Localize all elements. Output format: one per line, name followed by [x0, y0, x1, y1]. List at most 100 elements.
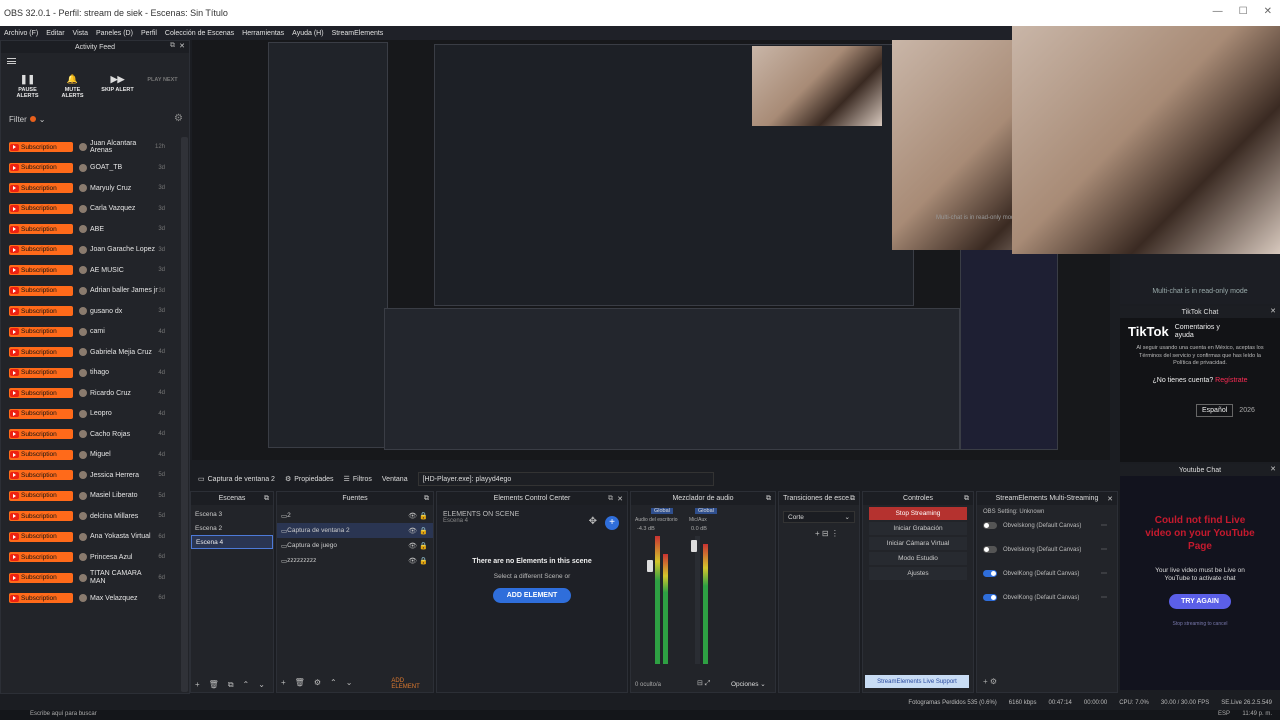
popout-icon[interactable]: ⧉: [964, 495, 969, 503]
alert-control-2[interactable]: ▶▶ SKIP ALERT: [100, 74, 136, 105]
window-select[interactable]: [HD-Player.exe]: playyd4ego: [417, 472, 714, 486]
lock-icon[interactable]: 🔒: [419, 512, 428, 520]
eye-icon[interactable]: 👁: [408, 527, 417, 535]
close-icon[interactable]: ✕: [1107, 495, 1113, 503]
scene-item[interactable]: Escena 2: [191, 521, 273, 535]
properties-button[interactable]: ⚙ Propiedades: [285, 475, 334, 484]
transition-select[interactable]: Corte ⌄: [783, 511, 855, 523]
maximize-icon[interactable]: ☐: [1239, 6, 1248, 17]
popout-icon[interactable]: ⧉: [850, 495, 855, 503]
popout-icon[interactable]: ⧉: [608, 495, 613, 503]
settings-button[interactable]: Ajustes: [869, 567, 967, 580]
close-icon[interactable]: ✕: [1270, 465, 1276, 473]
popout-icon[interactable]: ⧉: [264, 495, 269, 503]
list-item[interactable]: Subscription Adrian baller James jr 3d: [1, 281, 183, 302]
down-icon[interactable]: ⌄: [258, 680, 265, 690]
popout-icon[interactable]: ⧉: [170, 42, 175, 50]
list-item[interactable]: Subscription Carla Vazquez 3d: [1, 199, 183, 220]
scene-item[interactable]: Escena 3: [191, 507, 273, 521]
add-element-button[interactable]: ADD ELEMENT: [492, 588, 572, 603]
menu-item[interactable]: Vista: [73, 30, 88, 37]
list-item[interactable]: Subscription Joan Garache Lopez 3d: [1, 240, 183, 261]
list-item[interactable]: Subscription GOAT_TB 3d: [1, 158, 183, 179]
add-element-icon[interactable]: +: [605, 516, 619, 530]
virtual-camera-button[interactable]: Iniciar Cámara Virtual: [869, 537, 967, 550]
taskbar-search[interactable]: Escribe aquí para buscar: [30, 711, 97, 717]
list-item[interactable]: Subscription AE MUSIC 3d: [1, 260, 183, 281]
gear-icon[interactable]: ⚙: [174, 113, 183, 124]
menu-item[interactable]: Archivo (F): [4, 30, 38, 37]
add-icon[interactable]: +: [281, 678, 286, 690]
delete-icon[interactable]: 🗑: [295, 678, 305, 690]
filter-icon[interactable]: ⧉: [228, 680, 234, 690]
stream-preview[interactable]: Multi-chat is in read-only mode: [192, 40, 1110, 460]
menu-item[interactable]: Perfil: [141, 30, 157, 37]
alert-control-3[interactable]: PLAY NEXT: [145, 75, 181, 105]
toggle-switch[interactable]: [983, 546, 997, 553]
list-item[interactable]: Subscription Ana Yokasta Virtual 6d: [1, 527, 183, 548]
lock-icon[interactable]: 🔒: [419, 542, 428, 550]
mixer-tools-icon[interactable]: ⊟ ⤢: [697, 679, 710, 688]
language-select[interactable]: Español: [1196, 403, 1234, 417]
filter-bar[interactable]: Filter ⌄ ⚙: [1, 111, 189, 127]
more-icon[interactable]: ⋯: [1101, 522, 1107, 529]
list-item[interactable]: Subscription tihago 4d: [1, 363, 183, 384]
delete-icon[interactable]: 🗑: [209, 680, 219, 690]
eye-icon[interactable]: 👁: [408, 557, 417, 565]
source-item[interactable]: ▭ Captura de juego 👁 🔒: [277, 538, 433, 553]
list-item[interactable]: Subscription cami 4d: [1, 322, 183, 343]
alert-control-0[interactable]: ❚❚ PAUSE ALERTS: [10, 74, 46, 105]
list-item[interactable]: Subscription Max Velazquez 6d: [1, 588, 183, 609]
stop-streaming-button[interactable]: Stop Streaming: [869, 507, 967, 520]
eye-icon[interactable]: 👁: [408, 512, 417, 520]
filters-button[interactable]: ☰ Filtros: [344, 475, 372, 484]
up-icon[interactable]: ⌃: [330, 678, 337, 690]
toggle-switch[interactable]: [983, 570, 997, 577]
minimize-icon[interactable]: —: [1213, 6, 1223, 17]
list-item[interactable]: Subscription delcina Millares 5d: [1, 506, 183, 527]
list-item[interactable]: Subscription Ricardo Cruz 4d: [1, 383, 183, 404]
list-item[interactable]: Subscription ABE 3d: [1, 219, 183, 240]
volume-slider[interactable]: [691, 540, 697, 552]
popout-icon[interactable]: ⧉: [424, 495, 429, 503]
live-support-button[interactable]: StreamElements Live Support: [865, 675, 969, 688]
gear-icon[interactable]: ⚙: [314, 678, 321, 690]
options-button[interactable]: Opciones ⌄: [731, 680, 766, 688]
start-recording-button[interactable]: Iniciar Grabación: [869, 522, 967, 535]
transition-tools[interactable]: + ⊟ ⋮: [815, 529, 859, 538]
source-item[interactable]: ▭ 2 👁 🔒: [277, 508, 433, 523]
studio-mode-button[interactable]: Modo Estudio: [869, 552, 967, 565]
menu-item[interactable]: Paneles (D): [96, 30, 133, 37]
lock-icon[interactable]: 🔒: [419, 557, 428, 565]
add-element-link[interactable]: ADD ELEMENT: [391, 678, 433, 690]
scrollbar[interactable]: [181, 137, 188, 692]
eye-icon[interactable]: 👁: [408, 542, 417, 550]
menu-item[interactable]: StreamElements: [332, 30, 384, 37]
close-icon[interactable]: ✕: [1270, 307, 1276, 315]
register-link[interactable]: Regístrate: [1215, 377, 1247, 384]
scene-item[interactable]: Escena 4: [191, 535, 273, 549]
move-icon[interactable]: ✥: [589, 516, 597, 527]
close-icon[interactable]: ✕: [179, 42, 185, 50]
add-icon[interactable]: +: [195, 680, 200, 690]
more-icon[interactable]: ⋯: [1101, 546, 1107, 553]
more-icon[interactable]: ⋯: [1101, 570, 1107, 577]
list-item[interactable]: Subscription Leopro 4d: [1, 404, 183, 425]
menu-item[interactable]: Herramientas: [242, 30, 284, 37]
up-icon[interactable]: ⌃: [243, 680, 250, 690]
alert-control-1[interactable]: 🔔 MUTE ALERTS: [55, 74, 91, 105]
menu-item[interactable]: Colección de Escenas: [165, 30, 234, 37]
list-item[interactable]: Subscription Maryuly Cruz 3d: [1, 178, 183, 199]
list-item[interactable]: Subscription Miguel 4d: [1, 445, 183, 466]
popout-icon[interactable]: ⧉: [766, 495, 771, 503]
list-item[interactable]: Subscription Juan Alcantara Arenas 12h: [1, 137, 183, 158]
tiktok-help[interactable]: Comentarios y ayuda: [1175, 324, 1235, 339]
toggle-switch[interactable]: [983, 522, 997, 529]
menu-icon[interactable]: [7, 58, 16, 64]
list-item[interactable]: Subscription gusano dx 3d: [1, 301, 183, 322]
list-item[interactable]: Subscription Gabriela Mejia Cruz 4d: [1, 342, 183, 363]
more-icon[interactable]: ⋯: [1101, 594, 1107, 601]
multistream-tools[interactable]: + ⚙: [983, 677, 997, 686]
menu-item[interactable]: Editar: [46, 30, 64, 37]
source-item[interactable]: ▭ Captura de ventana 2 👁 🔒: [277, 523, 433, 538]
